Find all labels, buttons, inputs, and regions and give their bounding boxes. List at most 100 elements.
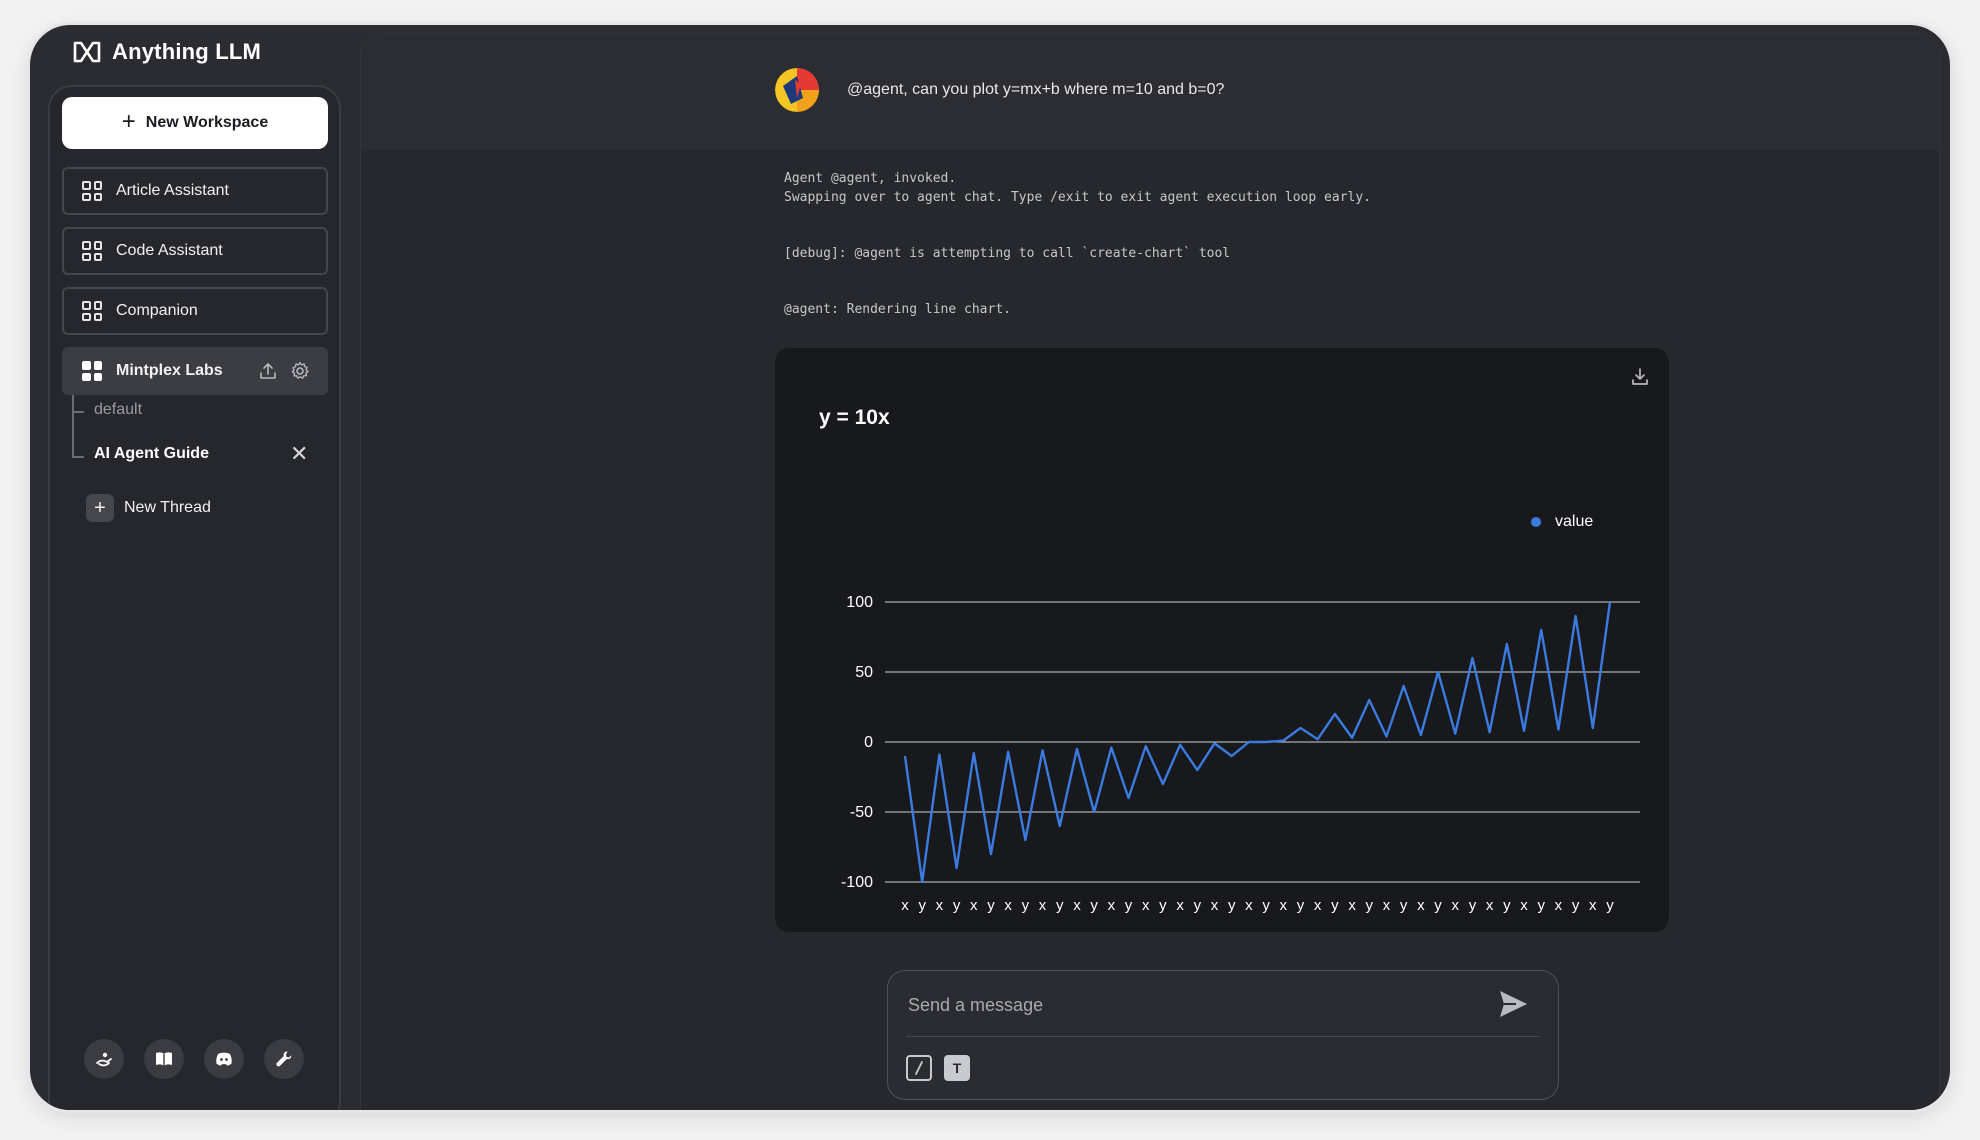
- chart-card: 100 50 0 -50 -100 x y x y x y x y x y x y x y x y x y x y x y x y x y x…: [775, 348, 1669, 932]
- docs-book-icon[interactable]: [144, 1039, 184, 1079]
- x-tick-label: y: [1022, 897, 1030, 914]
- agent-log-rendering: @agent: Rendering line chart.: [784, 302, 1011, 317]
- slash-command-icon[interactable]: [906, 1055, 932, 1081]
- x-tick-label: x: [1451, 897, 1459, 914]
- workspace-item-article-assistant[interactable]: Article Assistant: [62, 167, 328, 215]
- y-tick-label: -50: [850, 804, 873, 821]
- workspace-grid-icon: [82, 301, 102, 321]
- x-tick-label: x: [970, 897, 978, 914]
- settings-wrench-icon[interactable]: [264, 1039, 304, 1079]
- x-tick-label: y: [1159, 897, 1167, 914]
- line-chart: 100500-50-100x y x y x y x y x y x y x y x y x y x y x y x y x y x…: [841, 594, 1640, 914]
- community-hub-icon[interactable]: [84, 1039, 124, 1079]
- plus-icon: +: [121, 108, 136, 135]
- x-tick-label: x: [1314, 897, 1322, 914]
- legend-label: value: [1555, 513, 1594, 530]
- agent-log-debug: [debug]: @agent is attempting to call `c…: [784, 246, 1231, 261]
- x-tick-label: x: [1520, 897, 1528, 914]
- y-tick-label: 50: [855, 664, 873, 681]
- x-tick-label: y: [1606, 897, 1614, 914]
- composer-divider: [906, 1036, 1540, 1037]
- x-tick-label: x: [1142, 897, 1150, 914]
- x-tick-label: y: [1434, 897, 1442, 914]
- y-tick-label: 0: [864, 734, 873, 751]
- agent-log-invoked: Agent @agent, invoked. Swapping over to …: [784, 171, 1371, 205]
- x-tick-label: y: [1572, 897, 1580, 914]
- user-avatar: [775, 68, 819, 112]
- x-tick-label: x: [1383, 897, 1391, 914]
- thread-tree-line: [72, 395, 74, 457]
- workspace-grid-icon: [82, 361, 102, 381]
- x-tick-label: y: [1537, 897, 1545, 914]
- discord-icon[interactable]: [204, 1039, 244, 1079]
- x-tick-label: y: [1090, 897, 1098, 914]
- new-workspace-label: New Workspace: [145, 114, 269, 131]
- x-tick-label: x: [1348, 897, 1356, 914]
- legend-swatch: [1531, 517, 1541, 527]
- chart-title: y = 10x: [819, 406, 890, 429]
- download-icon[interactable]: [1629, 366, 1651, 388]
- chart-legend: value: [1531, 513, 1593, 531]
- close-thread-icon[interactable]: ✕: [290, 443, 308, 465]
- x-tick-label: y: [1194, 897, 1202, 914]
- x-tick-label: y: [1125, 897, 1133, 914]
- x-tick-label: x: [1108, 897, 1116, 914]
- x-tick-label: x: [901, 897, 909, 914]
- x-tick-label: y: [987, 897, 995, 914]
- user-message-text: @agent, can you plot y=mx+b where m=10 a…: [847, 81, 1225, 98]
- x-tick-label: y: [1400, 897, 1408, 914]
- x-tick-label: y: [1056, 897, 1064, 914]
- sidebar-footer: [84, 1039, 304, 1079]
- thread-tree-branch: [72, 411, 84, 413]
- x-tick-label: y: [1366, 897, 1374, 914]
- y-tick-label: -100: [841, 874, 873, 891]
- upload-icon[interactable]: [258, 361, 278, 381]
- workspace-label: Mintplex Labs: [116, 362, 223, 379]
- x-tick-label: x: [1555, 897, 1563, 914]
- x-tick-label: x: [1176, 897, 1184, 914]
- workspace-label: Companion: [116, 302, 198, 319]
- x-tick-label: y: [1297, 897, 1305, 914]
- new-thread-button[interactable]: + New Thread: [86, 494, 211, 522]
- x-tick-label: x: [1073, 897, 1081, 914]
- plus-icon: +: [86, 494, 114, 522]
- anything-llm-logo-icon: [73, 41, 101, 63]
- x-tick-label: y: [1503, 897, 1511, 914]
- user-message-row: @agent, can you plot y=mx+b where m=10 a…: [361, 34, 1939, 151]
- x-tick-label: y: [1331, 897, 1339, 914]
- send-icon[interactable]: [1496, 987, 1530, 1021]
- workspace-item-companion[interactable]: Companion: [62, 287, 328, 335]
- workspace-grid-icon: [82, 241, 102, 261]
- text-size-icon[interactable]: T: [944, 1055, 970, 1081]
- workspace-label: Article Assistant: [116, 182, 229, 199]
- sidebar: + New Workspace Article Assistant Code A…: [48, 85, 341, 1110]
- thread-tree-branch: [72, 456, 84, 458]
- workspace-label: Code Assistant: [116, 242, 223, 259]
- x-tick-label: y: [1228, 897, 1236, 914]
- chat-panel: @agent, can you plot y=mx+b where m=10 a…: [360, 33, 1940, 1110]
- new-workspace-button[interactable]: + New Workspace: [62, 97, 328, 149]
- x-tick-label: x: [1039, 897, 1047, 914]
- x-tick-label: x: [936, 897, 944, 914]
- app-logo: Anything LLM: [72, 37, 261, 67]
- app-name: Anything LLM: [112, 39, 262, 64]
- thread-item-default[interactable]: default: [94, 401, 142, 419]
- new-thread-label: New Thread: [124, 499, 211, 516]
- x-tick-label: y: [918, 897, 926, 914]
- thread-item-ai-agent-guide[interactable]: AI Agent Guide: [94, 445, 209, 463]
- x-tick-label: x: [1486, 897, 1494, 914]
- workspace-item-code-assistant[interactable]: Code Assistant: [62, 227, 328, 275]
- x-tick-label: x: [1280, 897, 1288, 914]
- message-input[interactable]: [908, 985, 1468, 1025]
- workspace-actions: [258, 349, 310, 393]
- x-tick-label: y: [1262, 897, 1270, 914]
- workspace-grid-icon: [82, 181, 102, 201]
- gear-icon[interactable]: [290, 361, 310, 381]
- x-tick-label: y: [953, 897, 961, 914]
- workspace-item-mintplex-labs[interactable]: Mintplex Labs: [62, 347, 328, 395]
- x-tick-label: x: [1589, 897, 1597, 914]
- x-tick-label: y: [1469, 897, 1477, 914]
- x-tick-label: x: [1245, 897, 1253, 914]
- x-tick-label: x: [1004, 897, 1012, 914]
- message-composer: T: [887, 970, 1559, 1100]
